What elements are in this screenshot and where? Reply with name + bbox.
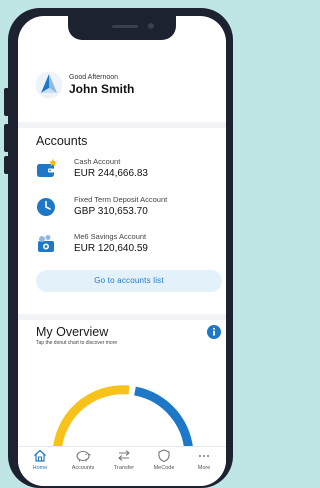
side-button — [4, 156, 9, 174]
account-name: Me6 Savings Account — [74, 232, 147, 241]
account-item-savings[interactable]: Me6 Savings Account EUR 120,640.59 — [36, 232, 148, 255]
tab-label: Home — [32, 465, 48, 471]
donut-segment-blue — [134, 386, 194, 451]
info-icon[interactable] — [207, 325, 221, 339]
account-name: Cash Account — [74, 157, 121, 166]
shield-icon — [158, 449, 170, 462]
overview-title: My Overview — [36, 325, 109, 339]
wallet-icon — [37, 158, 57, 177]
account-name: Fixed Term Deposit Account — [74, 195, 168, 204]
volume-down-button — [4, 124, 9, 152]
bottom-tab-bar: Home Accounts Transfer MeCode More — [18, 446, 226, 486]
overview-donut-chart[interactable] — [18, 376, 226, 451]
account-balance: GBP 310,653.70 — [74, 206, 148, 217]
app-screen: Good Afternoon John Smith Accounts Cash … — [18, 16, 226, 486]
donut-segment-yellow — [52, 385, 130, 451]
notch — [68, 16, 176, 40]
volume-up-button — [4, 88, 9, 116]
home-icon — [34, 449, 46, 462]
accounts-list-button[interactable]: Go to accounts list — [36, 270, 222, 292]
tab-label: More — [197, 465, 211, 471]
accounts-title: Accounts — [36, 134, 88, 148]
account-balance: EUR 244,666.83 — [74, 168, 148, 179]
tab-label: MeCode — [153, 465, 175, 471]
greeting-text: Good Afternoon — [69, 74, 119, 81]
divider — [18, 122, 226, 128]
account-balance: EUR 120,640.59 — [74, 243, 148, 254]
bank-logo-icon — [35, 71, 63, 99]
tab-transfer[interactable]: Transfer — [104, 449, 144, 471]
user-name: John Smith — [69, 82, 135, 96]
coins-icon — [38, 234, 54, 252]
clock-icon — [37, 197, 55, 216]
piggy-bank-icon — [76, 450, 91, 462]
user-header: Good Afternoon John Smith — [35, 71, 134, 99]
tab-label: Accounts — [71, 465, 95, 471]
account-item-cash[interactable]: Cash Account EUR 244,666.83 — [36, 157, 148, 180]
camera — [148, 23, 154, 29]
account-item-fixed-term[interactable]: Fixed Term Deposit Account GBP 310,653.7… — [36, 195, 167, 218]
divider — [18, 314, 226, 320]
transfer-icon — [118, 450, 130, 461]
tab-mecode[interactable]: MeCode — [144, 449, 184, 471]
overview-subtitle: Tap the donut chart to discover more — [36, 340, 118, 346]
tab-accounts[interactable]: Accounts — [63, 449, 103, 471]
tab-label: Transfer — [113, 465, 135, 471]
tab-more[interactable]: More — [184, 449, 224, 471]
more-icon — [199, 455, 209, 457]
tab-home[interactable]: Home — [20, 449, 60, 471]
speaker — [112, 25, 138, 28]
